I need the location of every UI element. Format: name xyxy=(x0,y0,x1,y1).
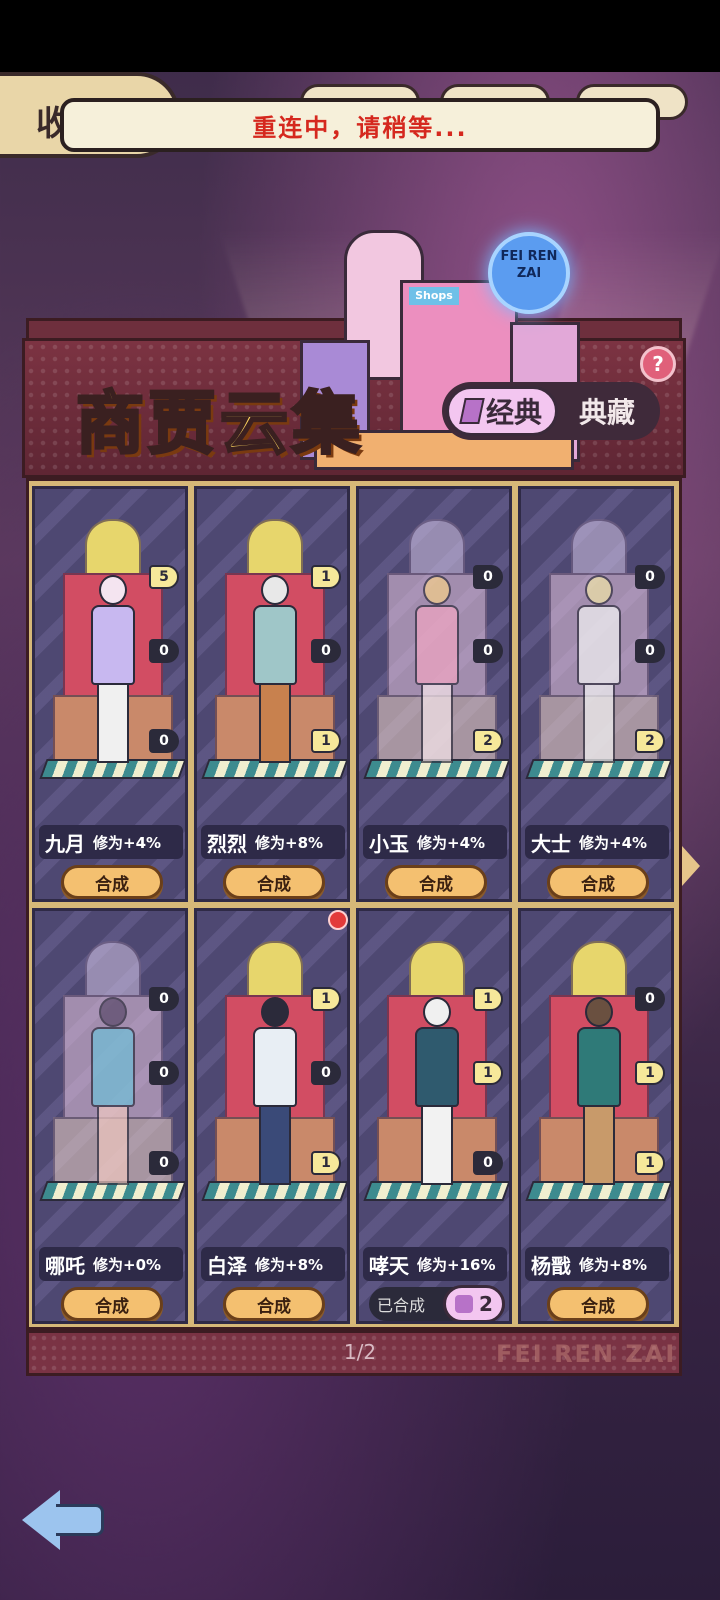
character-figure xyxy=(87,575,139,771)
card-label: 杨戬 修为+8% xyxy=(525,1247,669,1281)
card-label: 哮天 修为+16% xyxy=(363,1247,507,1281)
book-icon xyxy=(459,398,485,424)
card-lielie[interactable]: 1 0 1 烈烈 修为+8% 合成 xyxy=(194,486,350,902)
shard-count-badge: 0 xyxy=(473,1151,503,1175)
bonus-text: 修为+4% xyxy=(93,833,162,852)
card-label: 九月 修为+4% xyxy=(39,825,183,859)
tab-collection[interactable]: 典藏 xyxy=(558,386,656,436)
character-name: 烈烈 xyxy=(207,831,247,856)
bonus-text: 修为+8% xyxy=(255,833,324,852)
status-bar xyxy=(0,0,720,72)
card-jiuyue[interactable]: 5 0 0 九月 修为+4% 合成 xyxy=(32,486,188,902)
brand-watermark: FEI REN ZAI xyxy=(496,1340,677,1368)
shard-count-badge: 0 xyxy=(473,639,503,663)
compose-button[interactable]: 合成 xyxy=(223,865,325,899)
compose-button[interactable]: 合成 xyxy=(547,1287,649,1321)
page-title: 商贾云集 xyxy=(74,384,365,466)
card-label: 大士 修为+4% xyxy=(525,825,669,859)
character-name: 小玉 xyxy=(369,831,409,856)
shard-count-badge: 0 xyxy=(149,1061,179,1085)
card-label: 哪吒 修为+0% xyxy=(39,1247,183,1281)
card-nezha[interactable]: 0 0 0 哪吒 修为+0% 合成 xyxy=(32,908,188,1324)
shard-count-badge: 1 xyxy=(311,565,341,589)
shard-count-badge: 0 xyxy=(635,639,665,663)
shard-count-badge: 0 xyxy=(473,565,503,589)
toast-text: 重连中，请稍等... xyxy=(252,113,468,142)
compose-button[interactable]: 合成 xyxy=(61,865,163,899)
character-name: 九月 xyxy=(45,831,85,856)
shard-count-badge: 0 xyxy=(311,1061,341,1085)
card-label: 小玉 修为+4% xyxy=(363,825,507,859)
tab-classic[interactable]: 经典 xyxy=(446,386,558,436)
bonus-text: 修为+16% xyxy=(417,1255,496,1274)
card-baize[interactable]: 1 0 1 白泽 修为+8% 合成 xyxy=(194,908,350,1324)
card-label: 烈烈 修为+8% xyxy=(201,825,345,859)
character-figure xyxy=(249,997,301,1193)
bonus-text: 修为+8% xyxy=(579,1255,648,1274)
character-figure xyxy=(573,997,625,1193)
shard-count-badge: 1 xyxy=(311,1151,341,1175)
compose-button[interactable]: 合成 xyxy=(547,865,649,899)
shop-sign: Shops xyxy=(409,287,459,305)
neon-sign: FEI REN ZAI xyxy=(488,232,570,314)
character-name: 白泽 xyxy=(207,1253,247,1278)
bonus-text: 修为+4% xyxy=(417,833,486,852)
notification-dot xyxy=(328,910,348,930)
character-figure xyxy=(411,997,463,1193)
character-figure xyxy=(249,575,301,771)
shard-count-badge: 0 xyxy=(149,639,179,663)
shard-count-badge: 1 xyxy=(635,1061,665,1085)
character-name: 大士 xyxy=(531,831,571,856)
shard-count-badge: 0 xyxy=(311,639,341,663)
character-figure xyxy=(87,997,139,1193)
character-name: 哪吒 xyxy=(45,1253,85,1278)
back-button[interactable] xyxy=(22,1488,106,1552)
shard-count-badge: 0 xyxy=(149,1151,179,1175)
shard-count-badge: 0 xyxy=(635,987,665,1011)
composed-label: 已合成 xyxy=(377,1296,426,1315)
shard-count-badge: 0 xyxy=(635,565,665,589)
card-yangjian[interactable]: 0 1 1 杨戬 修为+8% 合成 xyxy=(518,908,674,1324)
shard-count-badge: 1 xyxy=(311,987,341,1011)
character-figure xyxy=(573,575,625,771)
back-arrow-icon xyxy=(22,1490,60,1550)
shard-count-badge: 1 xyxy=(635,1151,665,1175)
shard-count-badge: 0 xyxy=(149,729,179,753)
next-page-arrow[interactable] xyxy=(682,846,700,886)
puzzle-piece-count: 2 xyxy=(479,1292,493,1316)
card-label: 白泽 修为+8% xyxy=(201,1247,345,1281)
character-name: 杨戬 xyxy=(531,1253,571,1278)
shard-count-badge: 2 xyxy=(473,729,503,753)
shard-count-badge: 1 xyxy=(311,729,341,753)
shard-count-badge: 5 xyxy=(149,565,179,589)
character-figure xyxy=(411,575,463,771)
shard-count-badge: 2 xyxy=(635,729,665,753)
composed-status: 已合成 2 xyxy=(369,1285,505,1321)
reconnecting-toast: 重连中，请稍等... xyxy=(60,98,660,152)
tab-switcher: 经典 典藏 xyxy=(442,382,660,440)
tab-classic-label: 经典 xyxy=(485,396,542,429)
bonus-text: 修为+4% xyxy=(579,833,648,852)
card-dashi[interactable]: 0 0 2 大士 修为+4% 合成 xyxy=(518,486,674,902)
bonus-text: 修为+0% xyxy=(93,1255,162,1274)
compose-button[interactable]: 合成 xyxy=(61,1287,163,1321)
tab-collection-label: 典藏 xyxy=(578,396,635,429)
shard-count-badge: 0 xyxy=(149,987,179,1011)
compose-button[interactable]: 合成 xyxy=(223,1287,325,1321)
compose-button[interactable]: 合成 xyxy=(385,865,487,899)
character-name: 哮天 xyxy=(369,1253,409,1278)
card-xiaotian[interactable]: 1 1 0 哮天 修为+16% 已合成 2 xyxy=(356,908,512,1324)
shard-count-badge: 1 xyxy=(473,987,503,1011)
bonus-text: 修为+8% xyxy=(255,1255,324,1274)
shard-count-badge: 1 xyxy=(473,1061,503,1085)
puzzle-piece-chip[interactable]: 2 xyxy=(443,1285,505,1321)
card-xiaoyu[interactable]: 0 0 2 小玉 修为+4% 合成 xyxy=(356,486,512,902)
help-button[interactable]: ? xyxy=(640,346,676,382)
puzzle-piece-icon xyxy=(455,1295,474,1313)
